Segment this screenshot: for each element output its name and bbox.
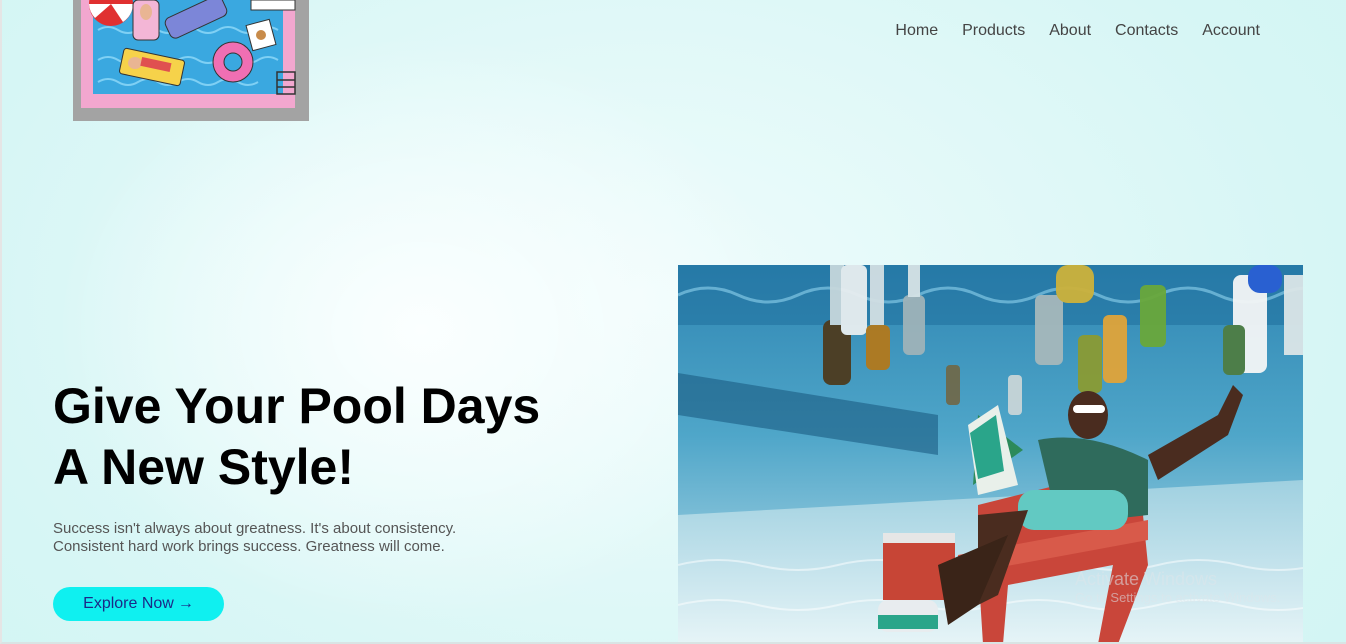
nav-item-contacts[interactable]: Contacts: [1115, 22, 1178, 40]
watermark-subtitle: Go to Settings to activate Windows.: [1075, 590, 1281, 605]
explore-now-label: Explore Now: [83, 595, 174, 612]
site-logo[interactable]: [73, 0, 309, 121]
watermark-title: Activate Windows: [1075, 569, 1218, 589]
right-arrow-icon: →: [177, 595, 194, 612]
landing-page: Home Products About Contacts Account Giv…: [0, 0, 1346, 644]
hero-subtitle: Success isn't always about greatness. It…: [53, 520, 523, 556]
activate-windows-watermark: Activate Windows Go to Settings to activ…: [1075, 568, 1280, 606]
main-nav: Home Products About Contacts Account: [871, 22, 1260, 40]
hero-title: Give Your Pool Days A New Style!: [53, 376, 613, 498]
hero-subtitle-line-1: Success isn't always about greatness. It…: [53, 520, 457, 537]
nav-item-home[interactable]: Home: [895, 22, 938, 40]
nav-item-products[interactable]: Products: [962, 22, 1025, 40]
pool-illustration-logo-icon: [73, 0, 309, 121]
hero-title-line-1: Give Your Pool Days: [53, 378, 541, 434]
nav-item-account[interactable]: Account: [1202, 22, 1260, 40]
hero-title-line-2: A New Style!: [53, 439, 355, 495]
explore-now-button[interactable]: Explore Now →: [53, 587, 224, 621]
hero-subtitle-line-2: Consistent hard work brings success. Gre…: [53, 538, 445, 555]
nav-item-about[interactable]: About: [1049, 22, 1091, 40]
